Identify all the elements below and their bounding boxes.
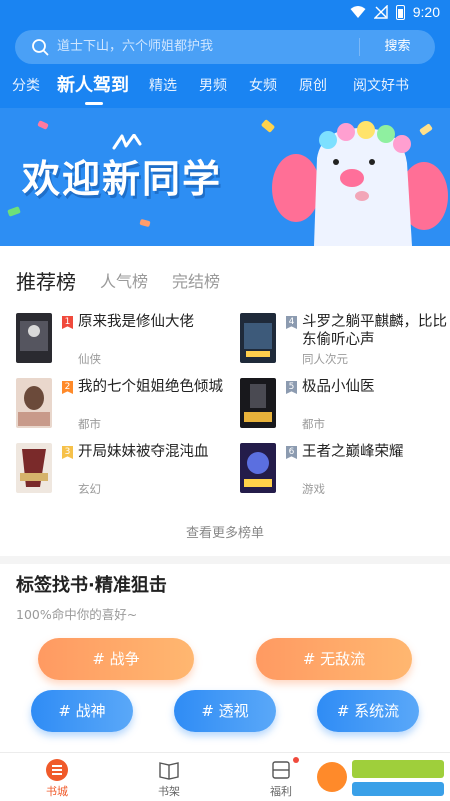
tab-nvpin[interactable]: 女频: [249, 72, 277, 102]
tab-jingxuan[interactable]: 精选: [149, 72, 177, 102]
site-watermark-logo: [310, 754, 450, 800]
rank-book-item[interactable]: 4 斗罗之躺平麒麟，比比东偷听心声 同人次元: [240, 313, 450, 366]
app-header: 9:20 道士下山，六个师姐都护我 搜索 分类 新人驾到 精选 男频 女频 原创…: [0, 0, 450, 108]
rank-book-item[interactable]: 1 原来我是修仙大佬 仙侠: [16, 313, 226, 366]
tag-toushi[interactable]: # 透视: [174, 690, 276, 732]
book-cover: [240, 378, 276, 428]
book-title: 我的七个姐姐绝色倾城: [78, 379, 223, 395]
book-title: 斗罗之躺平麒麟，比比东偷听心声: [302, 314, 447, 348]
nav-bookshelf[interactable]: 书架: [124, 753, 214, 801]
book-title: 王者之巅峰荣耀: [302, 444, 404, 460]
book-cover: [240, 313, 276, 363]
search-icon: [32, 39, 49, 56]
more-rank-link[interactable]: 查看更多榜单: [0, 523, 450, 545]
book-cover: [16, 378, 52, 428]
category-tabs: 分类 新人驾到 精选 男频 女频 原创 阅文好书: [0, 72, 450, 106]
rank-badge: 2: [62, 381, 73, 394]
active-tab-indicator: [85, 102, 103, 105]
book-title: 开局妹妹被夺混沌血: [78, 444, 209, 460]
rank-badge: 3: [62, 446, 73, 459]
tag-xitongliu[interactable]: # 系统流: [317, 690, 419, 732]
tab-fenlei[interactable]: 分类: [12, 72, 40, 102]
welfare-icon: [272, 761, 290, 779]
rank-book-item[interactable]: 2 我的七个姐姐绝色倾城 都市: [16, 378, 226, 431]
rank-book-item[interactable]: 3 开局妹妹被夺混沌血 玄幻: [16, 443, 226, 496]
search-button[interactable]: 搜索: [360, 30, 435, 64]
book-title: 原来我是修仙大佬: [78, 314, 194, 330]
search-bar[interactable]: 道士下山，六个师姐都护我 搜索: [15, 30, 435, 64]
book-cover: [16, 313, 52, 363]
nav-bookstore[interactable]: 书城: [12, 753, 102, 801]
book-genre: 仙侠: [78, 352, 101, 366]
tab-yuewen[interactable]: 阅文好书: [353, 72, 409, 102]
rank-badge: 6: [286, 446, 297, 459]
confetti: [139, 218, 151, 228]
bookstore-icon: [46, 759, 68, 781]
section-divider: [0, 556, 450, 564]
wifi-icon: [350, 6, 366, 18]
welcome-banner[interactable]: 欢迎新同学: [0, 108, 450, 246]
book-genre: 玄幻: [78, 482, 101, 496]
tab-xinren[interactable]: 新人驾到: [57, 72, 129, 102]
status-bar: 9:20: [0, 0, 450, 24]
rank-badge: 1: [62, 316, 73, 329]
nav-label: 书城: [46, 785, 68, 798]
notification-dot: [293, 757, 299, 763]
confetti: [37, 120, 49, 130]
rank-book-item[interactable]: 5 极品小仙医 都市: [240, 378, 450, 431]
tag-zhanshen[interactable]: # 战神: [31, 690, 133, 732]
confetti: [7, 206, 21, 217]
book-cover: [240, 443, 276, 493]
bookshelf-icon: [159, 762, 179, 780]
tab-popular-rank[interactable]: 人气榜: [100, 262, 148, 302]
nav-label: 书架: [158, 785, 180, 798]
rank-badge: 4: [286, 316, 297, 329]
book-genre: 游戏: [302, 482, 325, 496]
no-signal-icon: [373, 5, 388, 19]
book-genre: 都市: [78, 417, 101, 431]
tag-wudiliu[interactable]: # 无敌流: [256, 638, 412, 680]
tab-finished-rank[interactable]: 完结榜: [172, 262, 220, 302]
tag-zhanzheng[interactable]: # 战争: [38, 638, 194, 680]
banner-title: 欢迎新同学: [22, 157, 223, 201]
tab-recommend-rank[interactable]: 推荐榜: [16, 262, 76, 302]
tab-yuanchuang[interactable]: 原创: [299, 72, 327, 102]
rank-tabs: 推荐榜 人气榜 完结榜: [0, 262, 450, 302]
book-cover: [16, 443, 52, 493]
status-time: 9:20: [412, 4, 440, 20]
search-input[interactable]: 道士下山，六个师姐都护我: [57, 30, 213, 64]
tag-section-subtitle: 100%命中你的喜好~: [16, 607, 138, 622]
tag-section-title: 标签找书·精准狙击: [16, 575, 167, 596]
book-genre: 同人次元: [302, 352, 348, 366]
rank-badge: 5: [286, 381, 297, 394]
tab-nanpin[interactable]: 男频: [199, 72, 227, 102]
mascot-illustration: [272, 121, 448, 246]
battery-icon: [395, 4, 405, 20]
book-title: 极品小仙医: [302, 379, 375, 395]
book-genre: 都市: [302, 417, 325, 431]
rank-book-item[interactable]: 6 王者之巅峰荣耀 游戏: [240, 443, 450, 496]
